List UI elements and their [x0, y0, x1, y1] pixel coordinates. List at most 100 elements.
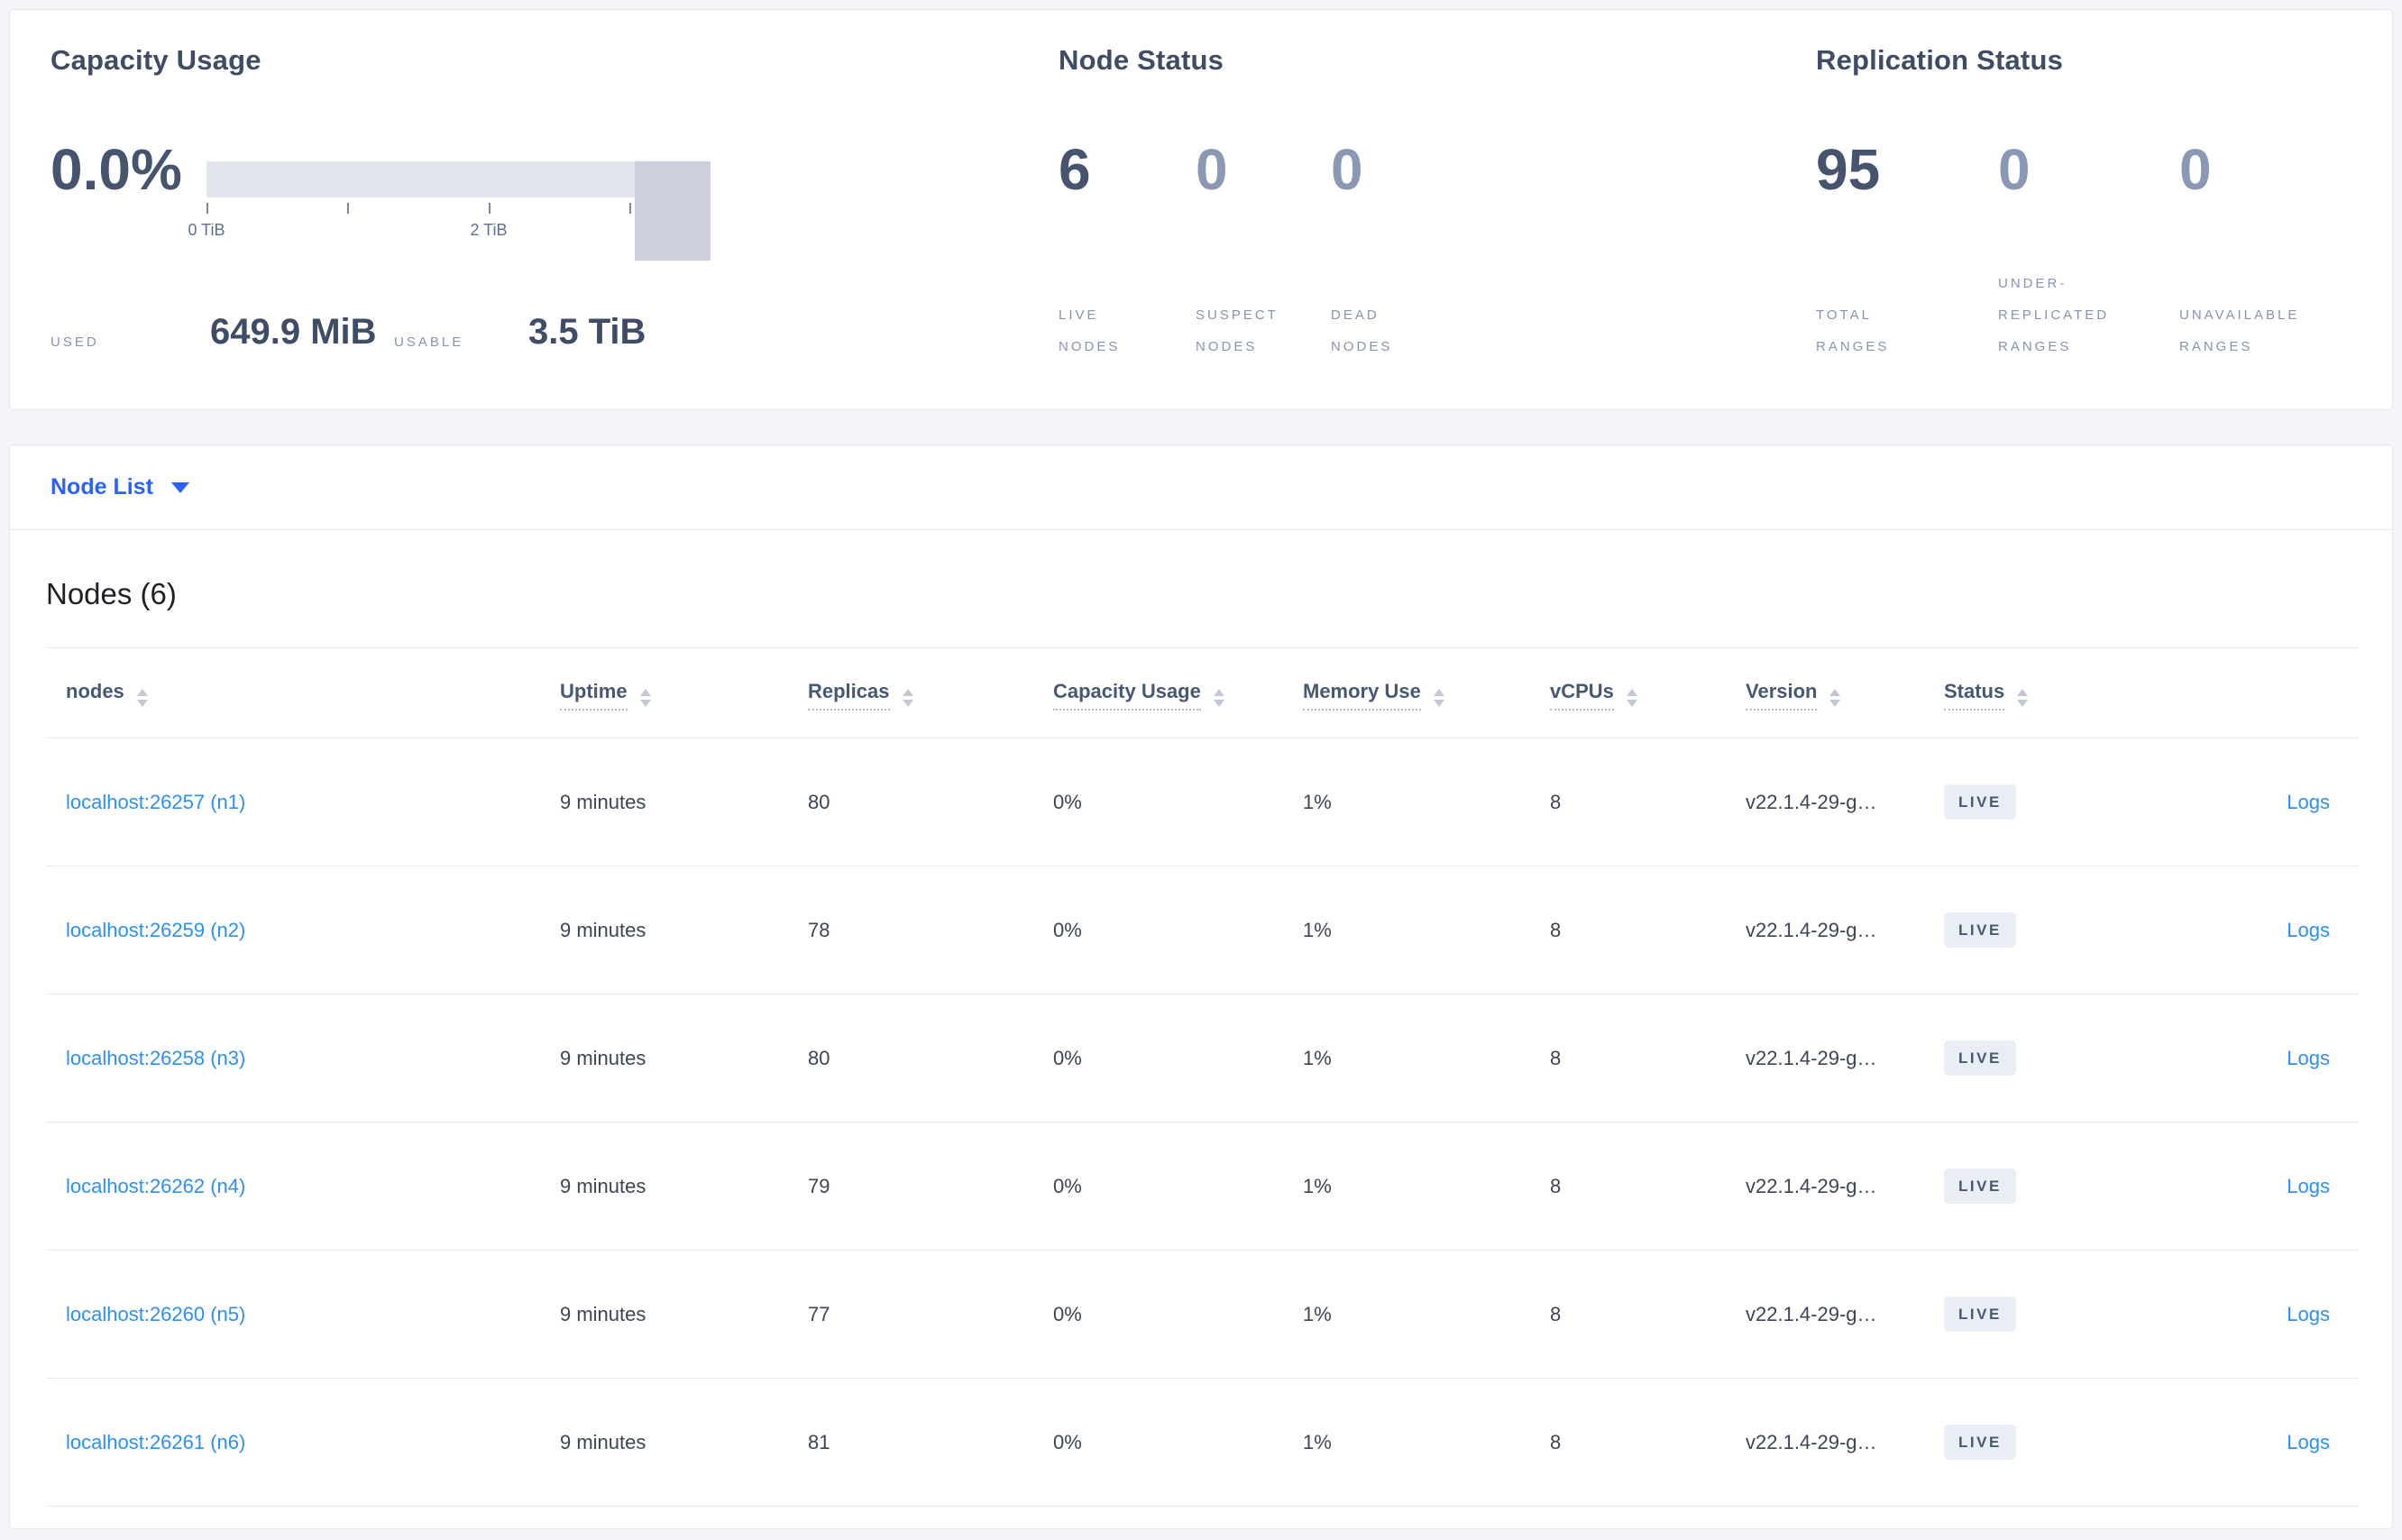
column-header-nodes[interactable]: nodes	[46, 647, 540, 738]
version-cell: v22.1.4-29-g…	[1726, 1122, 1924, 1251]
column-header-label: Uptime	[560, 679, 628, 710]
cluster-summary-card: Capacity Usage 0.0% 0 TiB 2 TiB USED 649…	[9, 9, 2393, 410]
status-cell: LIVE	[1924, 994, 2159, 1123]
axis-tick	[206, 203, 208, 214]
memory-use-cell: 1%	[1283, 994, 1530, 1123]
sort-icon[interactable]	[902, 688, 913, 707]
column-header-uptime[interactable]: Uptime	[540, 647, 788, 738]
vcpus-cell: 8	[1530, 1122, 1726, 1251]
sort-icon[interactable]	[1829, 688, 1841, 707]
status-badge: LIVE	[1944, 784, 2016, 820]
node-link[interactable]: localhost:26258 (n3)	[66, 1047, 245, 1069]
status-badge: LIVE	[1944, 1169, 2016, 1204]
under-replicated-ranges-label: UNDER-REPLICATED RANGES	[1998, 276, 2110, 354]
used-label: USED	[50, 335, 99, 350]
status-badge: LIVE	[1944, 1297, 2016, 1332]
table-row: localhost:26258 (n3) 9 minutes 80 0% 1% …	[46, 994, 2359, 1123]
status-cell: LIVE	[1924, 738, 2159, 866]
memory-use-cell: 1%	[1283, 1250, 1530, 1379]
capacity-usage-cell: 0%	[1033, 1378, 1283, 1507]
replicas-cell: 79	[788, 1122, 1033, 1251]
logs-link[interactable]: Logs	[2287, 1175, 2330, 1197]
uptime-cell: 9 minutes	[540, 994, 788, 1123]
capacity-usage-cell: 0%	[1033, 738, 1283, 866]
replicas-cell: 81	[788, 1378, 1033, 1507]
node-list-dropdown[interactable]: Node List	[50, 445, 189, 529]
column-header-memory-use[interactable]: Memory Use	[1283, 647, 1530, 738]
column-header-logs	[2159, 647, 2359, 738]
live-nodes-count: 6	[1059, 137, 1091, 202]
memory-use-cell: 1%	[1283, 738, 1530, 866]
capacity-usage-cell: 0%	[1033, 1122, 1283, 1251]
sort-icon[interactable]	[1626, 688, 1637, 707]
sort-icon[interactable]	[639, 688, 651, 707]
unavailable-ranges-count: 0	[2179, 137, 2212, 202]
caret-down-icon	[170, 481, 189, 493]
nodes-card: Nodes (6) nodes Uptime Replicas Capacity…	[9, 529, 2393, 1529]
table-header-row: nodes Uptime Replicas Capacity Usage Mem…	[46, 647, 2359, 738]
version-cell: v22.1.4-29-g…	[1726, 866, 1924, 995]
replicas-cell: 80	[788, 994, 1033, 1123]
column-header-capacity-usage[interactable]: Capacity Usage	[1033, 647, 1283, 738]
column-header-label: vCPUs	[1550, 679, 1614, 710]
status-cell: LIVE	[1924, 1250, 2159, 1379]
nodes-section-title: Nodes (6)	[46, 577, 177, 610]
logs-link[interactable]: Logs	[2287, 919, 2330, 941]
memory-use-cell: 1%	[1283, 866, 1530, 995]
axis-tick-label: 0 TiB	[188, 221, 225, 239]
node-link[interactable]: localhost:26257 (n1)	[66, 791, 245, 813]
capacity-usage-cell: 0%	[1033, 1250, 1283, 1379]
uptime-cell: 9 minutes	[540, 1250, 788, 1379]
node-link[interactable]: localhost:26262 (n4)	[66, 1175, 245, 1197]
capacity-usage-cell: 0%	[1033, 994, 1283, 1123]
logs-link[interactable]: Logs	[2287, 791, 2330, 813]
suspect-nodes-label: SUSPECT NODES	[1196, 307, 1279, 354]
sort-icon[interactable]	[1433, 688, 1444, 707]
vcpus-cell: 8	[1530, 866, 1726, 995]
used-value: 649.9 MiB	[210, 312, 377, 352]
memory-use-cell: 1%	[1283, 1378, 1530, 1507]
node-link[interactable]: localhost:26261 (n6)	[66, 1431, 245, 1453]
status-badge: LIVE	[1944, 1040, 2016, 1076]
usable-label: USABLE	[394, 335, 464, 350]
nodes-table: nodes Uptime Replicas Capacity Usage Mem…	[46, 647, 2359, 1507]
logs-link[interactable]: Logs	[2287, 1303, 2330, 1325]
column-header-vcpus[interactable]: vCPUs	[1530, 647, 1726, 738]
node-link[interactable]: localhost:26260 (n5)	[66, 1303, 245, 1325]
vcpus-cell: 8	[1530, 738, 1726, 866]
table-row: localhost:26257 (n1) 9 minutes 80 0% 1% …	[46, 738, 2359, 866]
sort-icon[interactable]	[136, 688, 148, 707]
table-row: localhost:26259 (n2) 9 minutes 78 0% 1% …	[46, 866, 2359, 995]
view-selector-bar: Node List	[9, 445, 2393, 529]
sort-icon[interactable]	[1213, 688, 1224, 707]
under-replicated-ranges-count: 0	[1998, 137, 2031, 202]
unavailable-ranges-label: UNAVAILABLE RANGES	[2179, 307, 2300, 354]
column-header-label: nodes	[66, 679, 124, 702]
total-ranges-label: TOTAL RANGES	[1816, 307, 1890, 354]
logs-link[interactable]: Logs	[2287, 1431, 2330, 1453]
replicas-cell: 78	[788, 866, 1033, 995]
version-cell: v22.1.4-29-g…	[1726, 1378, 1924, 1507]
dead-nodes-label: DEAD NODES	[1331, 307, 1393, 354]
column-header-replicas[interactable]: Replicas	[788, 647, 1033, 738]
node-list-dropdown-label: Node List	[50, 474, 153, 500]
capacity-used-percent: 0.0%	[50, 137, 182, 202]
column-header-version[interactable]: Version	[1726, 647, 1924, 738]
logs-link[interactable]: Logs	[2287, 1047, 2330, 1069]
vcpus-cell: 8	[1530, 994, 1726, 1123]
suspect-nodes-count: 0	[1196, 137, 1228, 202]
column-header-label: Replicas	[808, 679, 890, 710]
replicas-cell: 80	[788, 738, 1033, 866]
uptime-cell: 9 minutes	[540, 738, 788, 866]
dead-nodes-count: 0	[1331, 137, 1363, 202]
uptime-cell: 9 minutes	[540, 1122, 788, 1251]
version-cell: v22.1.4-29-g…	[1726, 738, 1924, 866]
sort-icon[interactable]	[2017, 688, 2029, 707]
status-cell: LIVE	[1924, 866, 2159, 995]
column-header-label: Status	[1944, 679, 2005, 710]
live-nodes-label: LIVE NODES	[1059, 307, 1121, 354]
column-header-status[interactable]: Status	[1924, 647, 2159, 738]
usable-value: 3.5 TiB	[528, 312, 646, 352]
node-link[interactable]: localhost:26259 (n2)	[66, 919, 245, 941]
table-row: localhost:26260 (n5) 9 minutes 77 0% 1% …	[46, 1250, 2359, 1379]
